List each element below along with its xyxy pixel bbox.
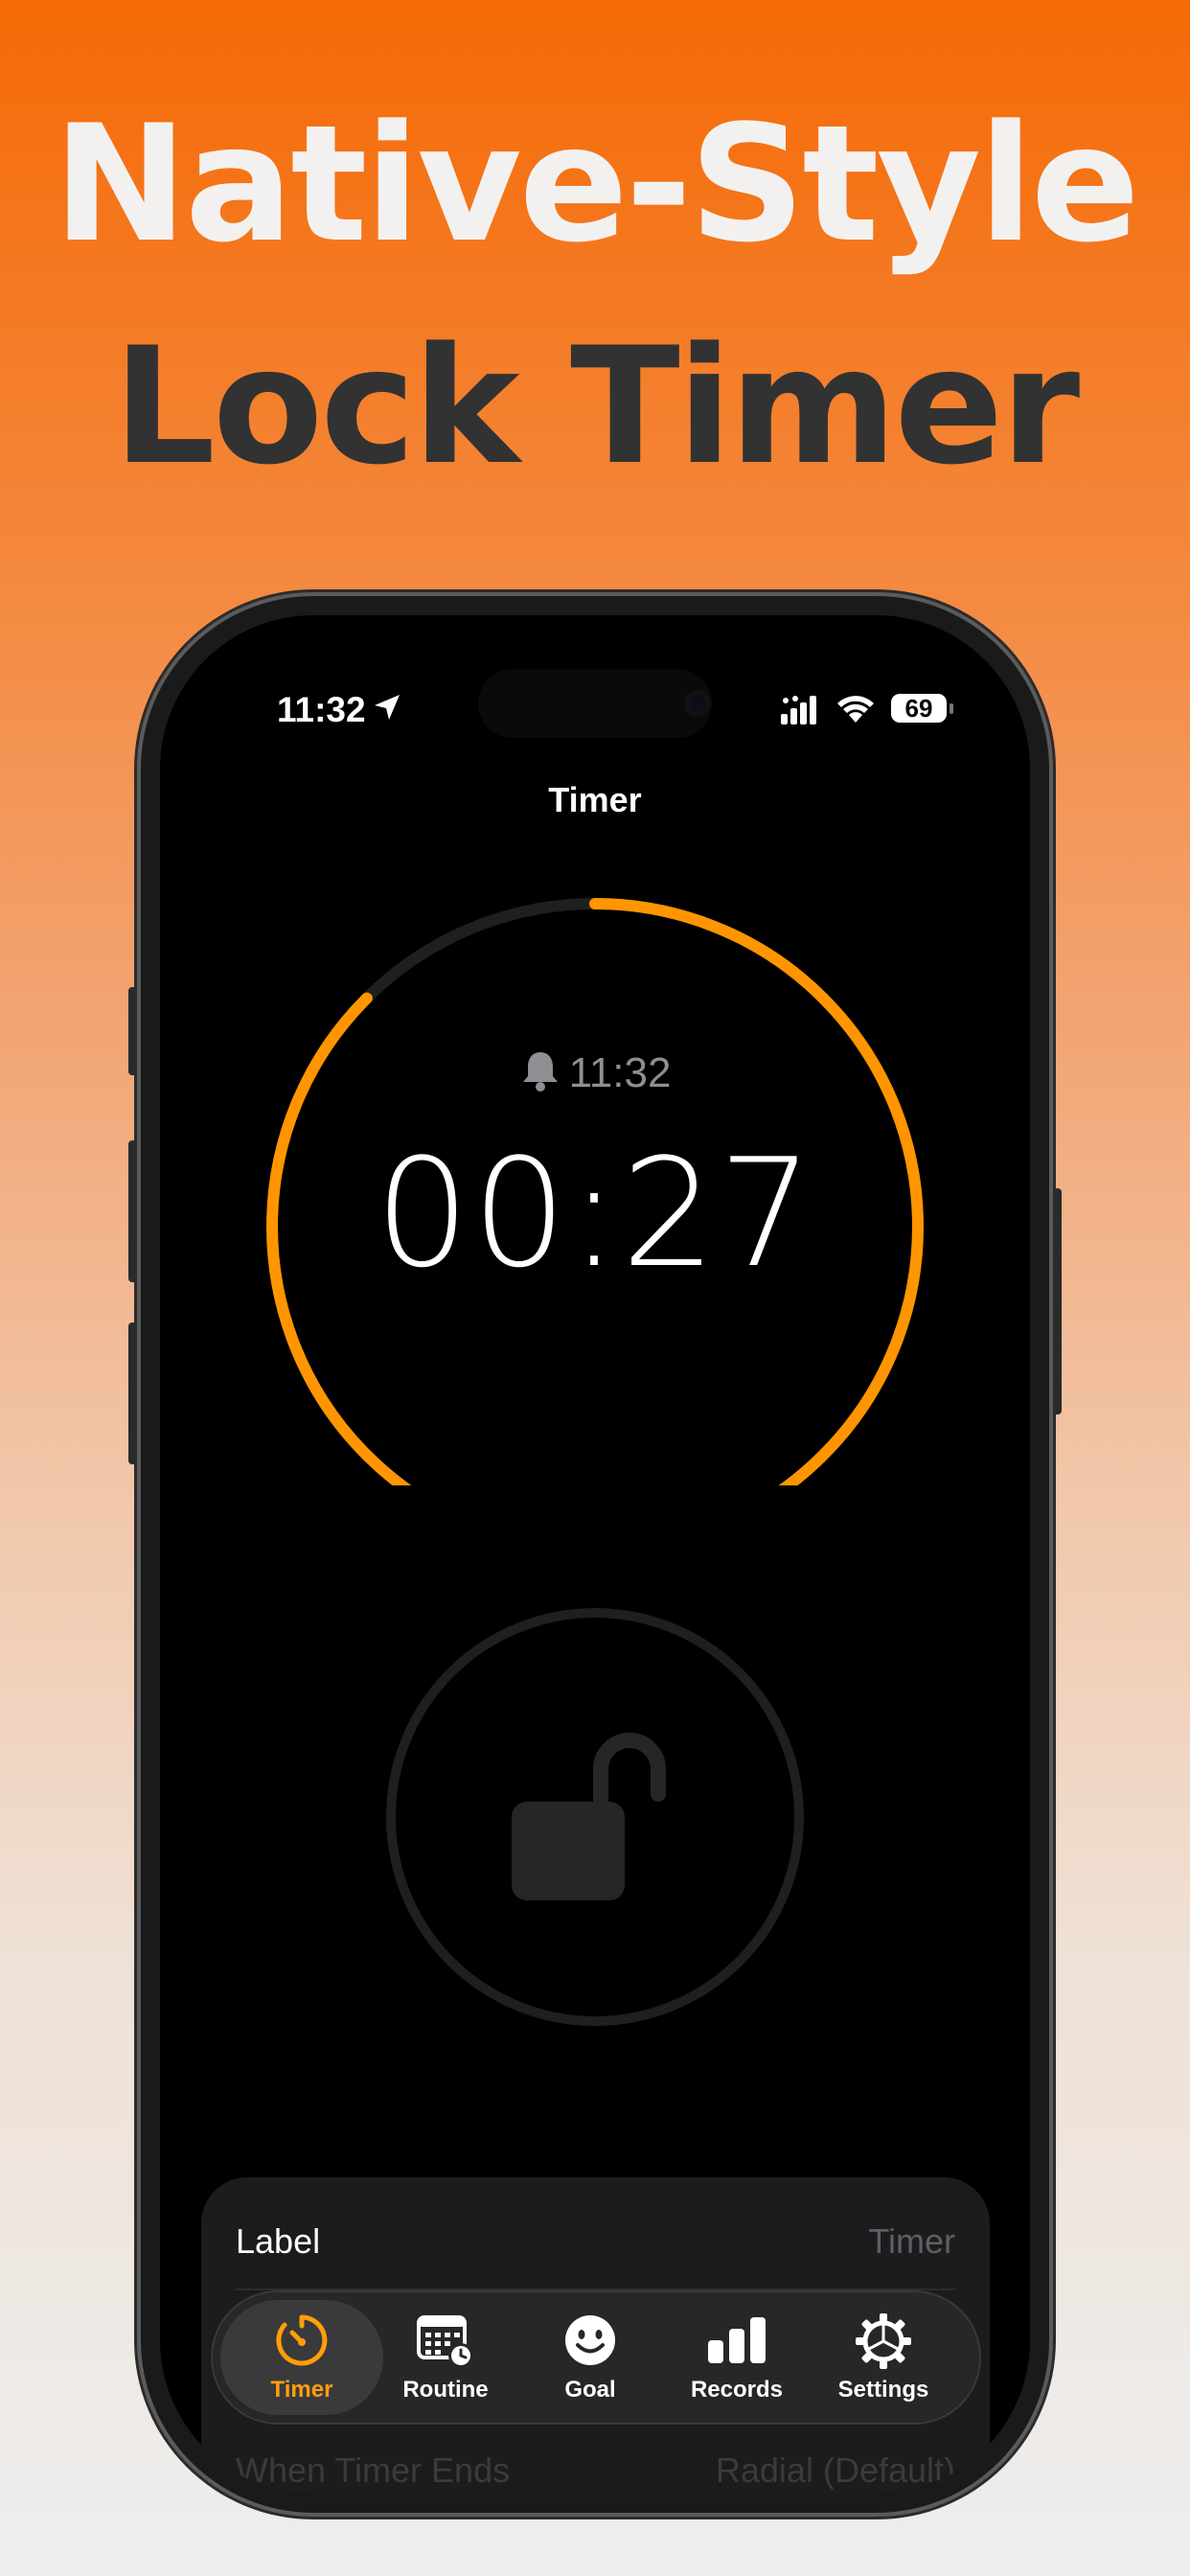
smiley-icon — [565, 2315, 615, 2365]
countdown-display: 00:27 — [375, 1126, 815, 1300]
calendar-clock-icon — [417, 2315, 473, 2368]
tab-settings[interactable]: Settings — [807, 2292, 960, 2423]
phone-frame: 11:32 69 Timer 11:32 00:27 Label Timer W… — [141, 596, 1049, 2513]
tab-timer-label: Timer — [270, 2377, 333, 2403]
when-timer-ends-title[interactable]: When Timer Ends — [236, 2450, 510, 2491]
bell-icon — [522, 1052, 558, 1092]
volume-down-button — [128, 1322, 138, 1464]
tab-routine[interactable]: Routine — [369, 2292, 522, 2423]
unlocked-padlock-icon — [512, 1733, 666, 1900]
tab-records-label: Records — [690, 2377, 784, 2403]
tab-settings-label: Settings — [837, 2377, 929, 2403]
when-timer-ends-value[interactable]: Radial (Default) — [716, 2450, 955, 2491]
tab-timer[interactable]: Timer — [220, 2300, 383, 2415]
timer-icon — [276, 2314, 328, 2366]
label-row-title[interactable]: Label — [236, 2221, 320, 2262]
tab-bar: Timer Routine Goal Records Settings — [213, 2292, 979, 2423]
tab-routine-label: Routine — [402, 2377, 489, 2403]
power-button — [1052, 1188, 1062, 1414]
headline-line-1: Native-Style — [53, 90, 1139, 278]
volume-up-button — [128, 1140, 138, 1282]
bar-chart-icon — [708, 2317, 766, 2363]
phone-screen: 11:32 69 Timer 11:32 00:27 Label Timer W… — [160, 615, 1030, 2494]
sheet-divider — [236, 2288, 955, 2290]
alarm-time: 11:32 — [160, 1048, 1030, 1097]
action-button — [128, 987, 138, 1075]
label-row-value[interactable]: Timer — [868, 2221, 955, 2262]
gear-icon — [856, 2313, 911, 2369]
tab-goal[interactable]: Goal — [514, 2292, 667, 2423]
alarm-time-text: 11:32 — [568, 1049, 672, 1096]
headline-line-2: Lock Timer — [112, 312, 1080, 500]
lock-toggle-button[interactable] — [384, 1606, 806, 2028]
tab-records[interactable]: Records — [660, 2292, 813, 2423]
tab-goal-label: Goal — [564, 2377, 616, 2403]
